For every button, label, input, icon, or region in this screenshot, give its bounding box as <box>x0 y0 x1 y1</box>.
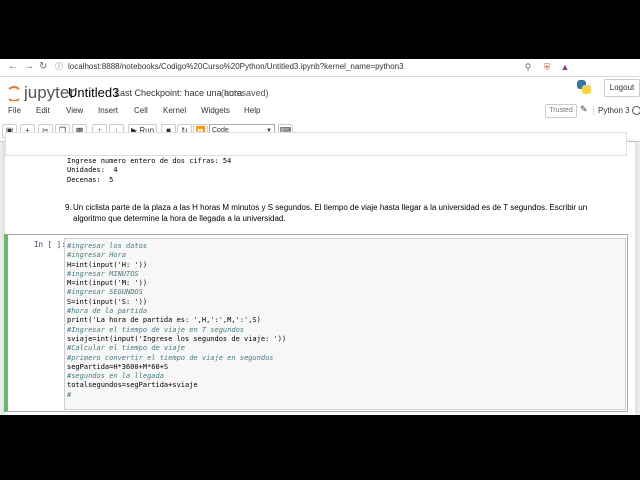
list-number: 9. <box>65 203 72 212</box>
markdown-cell[interactable]: 9. Un ciclista parte de la plaza a las H… <box>65 202 613 224</box>
menu-kernel[interactable]: Kernel <box>163 106 186 115</box>
output-line: Ingrese numero entero de dos cifras: 54 <box>67 157 232 165</box>
menu-widgets[interactable]: Widgets <box>201 106 230 115</box>
code-line: H=int(input('H: ')) <box>67 260 148 269</box>
rewards-icon[interactable]: ▲ <box>560 62 570 72</box>
zoom-icon[interactable]: ⚲ <box>523 62 533 72</box>
jupyter-logo[interactable]: jupyter <box>6 83 75 103</box>
reload-icon[interactable]: ↻ <box>39 61 47 73</box>
code-line: sviaje=int(input('Ingrese los segundos d… <box>67 334 287 343</box>
browser-address-bar: ← → ↻ ⓘ localhost:8888/notebooks/Codigo%… <box>0 59 640 77</box>
code-line: print('La hora de partida es: ',H,':',M,… <box>67 316 261 325</box>
brave-shield-icon[interactable]: ⛨ <box>542 62 552 72</box>
code-comment-line: #ingresar MINUTOS <box>67 269 139 278</box>
kernel-status-icon <box>632 106 640 115</box>
output-line: Decenas: 5 <box>67 175 114 184</box>
jupyter-logo-icon <box>6 85 22 102</box>
code-comment-line: #hora de la partida <box>67 307 148 316</box>
cell-output: Ingrese numero entero de dos cifras: 54 U… <box>67 157 231 185</box>
code-line: M=int(input('M: ')) <box>67 279 148 288</box>
notebook-area: Ingrese numero entero de dos cifras: 54 U… <box>0 132 640 415</box>
back-icon[interactable]: ← <box>8 61 18 73</box>
menu-insert[interactable]: Insert <box>98 106 118 115</box>
code-comment-line: #Calcular el tiempo de viaje <box>67 344 186 353</box>
url-field[interactable]: localhost:8888/notebooks/Codigo%20Curso%… <box>68 62 404 72</box>
code-line: segPartida=H*3600+M*60+S <box>67 362 169 371</box>
code-line: S=int(input('S: ')) <box>67 297 148 306</box>
code-comment-line: # <box>67 390 72 399</box>
code-comment-line: #primero convertir el tiempo de viaje en… <box>67 353 274 362</box>
output-line: Unidades: 4 <box>67 166 118 175</box>
menu-cell[interactable]: Cell <box>134 106 148 115</box>
code-comment-line: #Ingresar el tiempo de viaje en T segund… <box>67 325 245 334</box>
previous-cell[interactable] <box>5 132 627 156</box>
kernel-name[interactable]: Python 3 <box>593 106 630 115</box>
markdown-text: Un ciclista parte de la plaza a las H ho… <box>73 203 588 223</box>
menu-view[interactable]: View <box>66 106 83 115</box>
code-editor[interactable]: #ingresar los datos #ingresar Hora H=int(i… <box>64 238 626 410</box>
menu-edit[interactable]: Edit <box>36 106 50 115</box>
menu-file[interactable]: File <box>8 106 21 115</box>
notebook-page: Ingrese numero entero de dos cifras: 54 U… <box>4 132 635 415</box>
logout-button[interactable]: Logout <box>604 79 640 97</box>
forward-icon[interactable]: → <box>24 61 34 73</box>
notebook-name[interactable]: Untitled3 <box>68 85 119 100</box>
code-comment-line: #segundos en la llegada <box>67 372 164 381</box>
autosave-status: (autosaved) <box>221 88 269 98</box>
python-logo-icon <box>577 80 591 94</box>
menu-help[interactable]: Help <box>244 106 260 115</box>
edit-mode-pencil-icon: ✎ <box>580 104 588 114</box>
code-content[interactable]: #ingresar los datos #ingresar Hora H=int(i… <box>67 242 286 400</box>
code-comment-line: #ingresar SEGUNDOS <box>67 288 143 297</box>
code-comment-line: #ingresar Hora <box>67 251 127 260</box>
site-info-icon[interactable]: ⓘ <box>55 61 63 73</box>
cell-prompt: In [ ]: <box>34 240 66 249</box>
browser-window: ← → ↻ ⓘ localhost:8888/notebooks/Codigo%… <box>0 59 640 415</box>
code-cell[interactable]: In [ ]: #ingresar los datos #ingresar Hor… <box>4 234 628 412</box>
code-line: totalsegundos=segPartida+sviaje <box>67 381 198 390</box>
trusted-badge[interactable]: Trusted <box>545 104 577 118</box>
code-comment-line: #ingresar los datos <box>67 242 148 250</box>
menubar: File Edit View Insert Cell Kernel Widget… <box>0 101 640 121</box>
